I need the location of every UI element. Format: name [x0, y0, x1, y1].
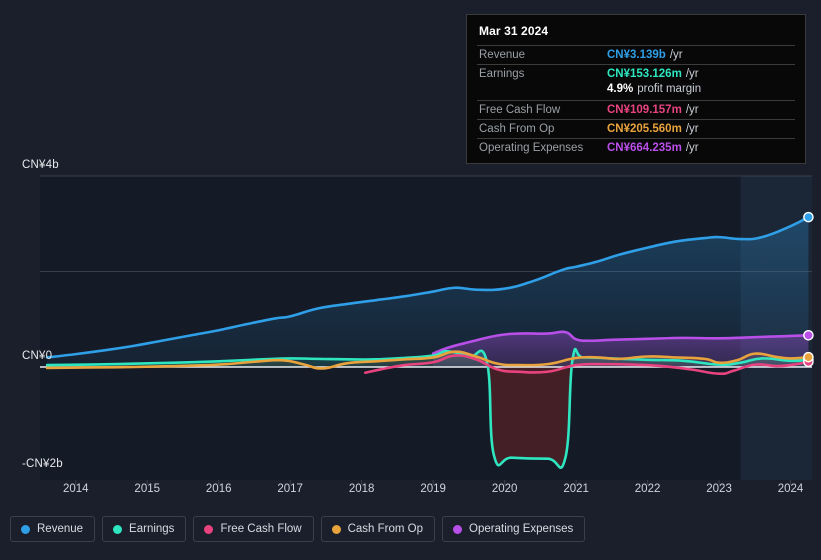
- tooltip-metric-label: Revenue: [479, 49, 526, 61]
- legend-color-dot-icon: [204, 524, 214, 534]
- series-endpoint-revenue[interactable]: [803, 211, 814, 223]
- legend-item-label: Revenue: [37, 523, 84, 535]
- legend-item-label: Free Cash Flow: [220, 523, 302, 535]
- x-axis: 2014 2015 2016 2017 2018 2019 2020 2021 2022 2023…: [0, 483, 821, 503]
- tooltip-rows: Revenue CN¥3.139b/yr Earnings CN¥153.126m/y…: [477, 45, 795, 157]
- tooltip-row: Cash From Op CN¥205.560m/yr: [477, 119, 795, 138]
- tooltip-row: Free Cash Flow CN¥109.157m/yr: [477, 100, 795, 119]
- data-tooltip: Mar 31 2024 Revenue CN¥3.139b/yr Earnings C…: [466, 14, 806, 164]
- tooltip-metric-value: CN¥664.235m: [607, 142, 682, 154]
- tooltip-metric-value: CN¥153.126m: [607, 68, 682, 80]
- tooltip-metric-value: CN¥205.560m: [607, 123, 682, 135]
- tooltip-metric-value: CN¥3.139b: [607, 49, 666, 61]
- tooltip-metric-label: Cash From Op: [479, 123, 555, 135]
- chart-legend[interactable]: Revenue Earnings Free Cash Flow Cash From O…: [10, 516, 586, 542]
- tooltip-row: Earnings CN¥153.126m/yr: [477, 64, 795, 83]
- tooltip-metric-unit: /yr: [685, 68, 699, 80]
- legend-item-earnings[interactable]: Earnings: [102, 516, 187, 542]
- x-axis-tick-label: 2019: [420, 483, 446, 495]
- tooltip-metric-unit: /yr: [685, 142, 699, 154]
- y-axis-label-top: CN¥4b: [22, 159, 59, 171]
- legend-item-cash-from-op[interactable]: Cash From Op: [320, 516, 436, 542]
- legend-color-dot-icon: [331, 524, 341, 534]
- tooltip-metric-label: Free Cash Flow: [479, 104, 561, 116]
- legend-color-dot-icon: [21, 524, 30, 534]
- x-axis-tick-label: 2015: [134, 483, 161, 495]
- legend-color-dot-icon: [453, 524, 463, 534]
- tooltip-date: Mar 31 2024: [479, 24, 549, 38]
- tooltip-metric-label: Earnings: [479, 68, 525, 80]
- x-axis-tick-label: 2017: [277, 483, 303, 495]
- x-axis-tick-label: 2022: [634, 483, 661, 495]
- legend-item-revenue[interactable]: Revenue: [10, 516, 96, 542]
- x-axis-tick-label: 2016: [205, 483, 232, 495]
- tooltip-profit-margin-value: 4.9%: [607, 83, 634, 95]
- legend-color-dot-icon: [113, 524, 123, 534]
- x-axis-tick-label: 2020: [491, 483, 518, 495]
- x-axis-tick-label: 2023: [706, 483, 732, 495]
- x-axis-tick-label: 2014: [62, 483, 89, 495]
- tooltip-row: Revenue CN¥3.139b/yr: [477, 45, 795, 64]
- legend-item-label: Operating Expenses: [469, 523, 574, 535]
- legend-item-label: Cash From Op: [347, 523, 424, 535]
- legend-item-operating-expenses[interactable]: Operating Expenses: [442, 516, 586, 542]
- tooltip-profit-margin-row: 4.9% profit margin: [477, 83, 795, 100]
- y-axis-label-zero: CN¥0: [22, 350, 53, 362]
- tooltip-metric-unit: /yr: [685, 104, 699, 116]
- financial-chart-panel: CN¥4b CN¥0 -CN¥2b 2014 2015 2016 2017 2018 20…: [0, 0, 821, 560]
- x-axis-tick-label: 2024: [777, 483, 804, 495]
- y-axis-label-bottom: -CN¥2b: [22, 458, 63, 470]
- legend-item-label: Earnings: [129, 523, 175, 535]
- legend-item-free-cash-flow[interactable]: Free Cash Flow: [193, 516, 314, 542]
- x-axis-tick-label: 2021: [563, 483, 589, 495]
- x-axis-tick-label: 2018: [348, 483, 375, 495]
- tooltip-metric-label: Operating Expenses: [479, 142, 584, 154]
- tooltip-row: Operating Expenses CN¥664.235m/yr: [477, 138, 795, 157]
- series-endpoint-operating-expenses[interactable]: [803, 329, 814, 341]
- tooltip-metric-value: CN¥109.157m: [607, 104, 682, 116]
- series-endpoint-cash-from-op[interactable]: [803, 351, 814, 363]
- tooltip-metric-unit: /yr: [685, 123, 699, 135]
- tooltip-metric-unit: /yr: [669, 49, 683, 61]
- tooltip-profit-margin-label: profit margin: [637, 83, 702, 95]
